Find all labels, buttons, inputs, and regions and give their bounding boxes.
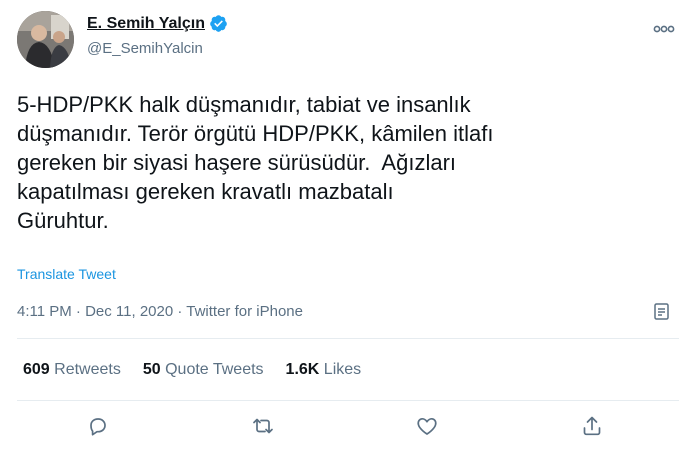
divider <box>17 400 679 401</box>
share-icon[interactable] <box>580 414 604 438</box>
divider <box>17 338 679 339</box>
tweet-text-line: Güruhtur. <box>17 208 109 233</box>
tweet-text-line: düşmanıdır. Terör örgütü HDP/PKK, kâmile… <box>17 121 494 146</box>
likes-count: 1.6K <box>285 361 320 378</box>
tweet-meta[interactable]: 4:11 PM · Dec 11, 2020 · Twitter for iPh… <box>17 303 303 320</box>
quote-tweets-count: 50 <box>142 361 161 378</box>
retweets-count: 609 <box>23 361 50 378</box>
author-handle[interactable]: @E_SemihYalcin <box>87 40 203 57</box>
verified-icon <box>209 14 228 33</box>
author-name-text[interactable]: E. Semih Yalçın <box>87 15 205 33</box>
quote-tweets-stat[interactable]: 50 Quote Tweets <box>143 361 264 379</box>
translate-tweet-link[interactable]: Translate Tweet <box>17 266 116 282</box>
tweet-card: E. Semih Yalçın @E_SemihYalcin 5-HDP/PKK… <box>0 0 696 454</box>
reply-icon[interactable] <box>86 414 110 438</box>
author-name[interactable]: E. Semih Yalçın <box>87 14 228 33</box>
tweet-text: 5-HDP/PKK halk düşmanıdır, tabiat ve ins… <box>17 90 657 235</box>
more-icon[interactable] <box>653 24 675 34</box>
engagement-stats: 609 Retweets 50 Quote Tweets 1.6K Likes <box>23 361 383 379</box>
tweet-text-line: kapatılması gereken kravatlı mazbatalı <box>17 179 394 204</box>
retweets-label: Retweets <box>54 361 121 378</box>
tweet-text-line: gereken bir siyasi haşere sürüsüdür. Ağı… <box>17 150 457 175</box>
quote-tweets-label: Quote Tweets <box>165 361 264 378</box>
analytics-icon[interactable] <box>652 302 672 322</box>
tweet-text-line: 5-HDP/PKK halk düşmanıdır, tabiat ve ins… <box>17 92 471 117</box>
avatar[interactable] <box>17 11 74 68</box>
likes-label: Likes <box>323 361 362 378</box>
retweet-icon[interactable] <box>251 414 275 438</box>
like-icon[interactable] <box>415 414 439 438</box>
likes-stat[interactable]: 1.6K Likes <box>286 361 362 379</box>
retweets-stat[interactable]: 609 Retweets <box>23 361 121 379</box>
